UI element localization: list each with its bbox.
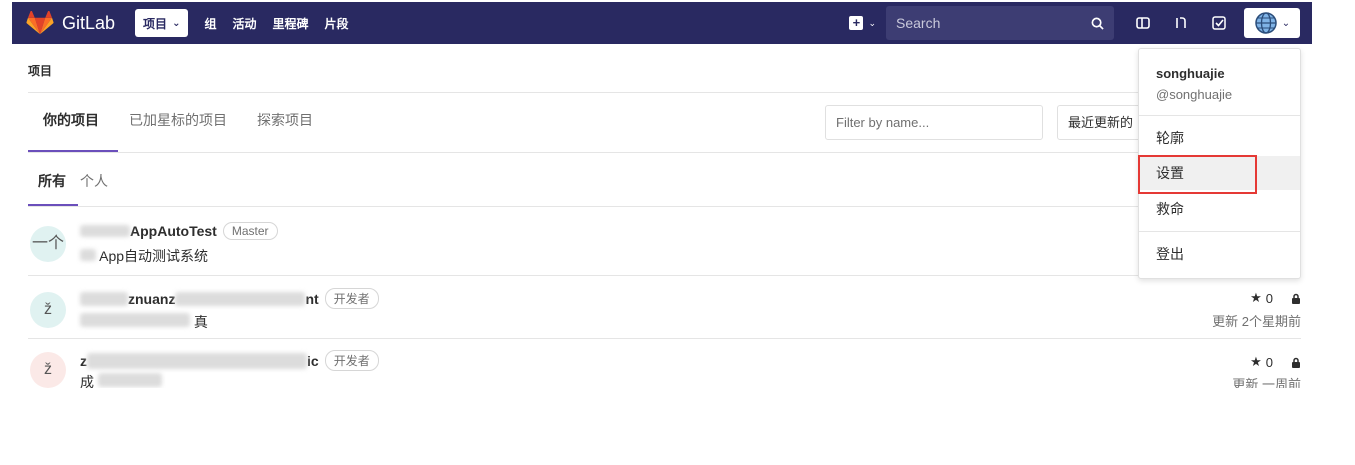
subtab-personal[interactable]: 个人 xyxy=(80,171,108,191)
star-count[interactable]: 0 xyxy=(1266,355,1273,370)
divider xyxy=(28,275,1301,276)
role-badge: 开发者 xyxy=(324,350,379,371)
project-name-prefix: z xyxy=(80,352,87,369)
brand[interactable]: GitLab xyxy=(26,11,115,35)
updated-time: 更新 一周前 xyxy=(1232,377,1301,388)
nav-link-groups[interactable]: 组 xyxy=(204,15,216,32)
project-name-suffix: ic xyxy=(307,352,319,369)
redacted-text xyxy=(175,291,306,306)
redacted-text xyxy=(80,249,96,261)
redacted-text xyxy=(97,373,162,387)
project-row[interactable]: ž znuanz nt 开发者 真 ★ 0 更新 2个星期前 xyxy=(28,280,1301,342)
project-name-suffix: nt xyxy=(305,290,319,307)
user-handle[interactable]: @songhuajie xyxy=(1156,87,1232,102)
tab-starred-projects[interactable]: 已加星标的项目 xyxy=(129,110,241,130)
menu-item-sign-out[interactable]: 登出 xyxy=(1139,237,1300,271)
redacted-text xyxy=(80,291,128,306)
menu-item-help[interactable]: 救命 xyxy=(1139,192,1300,226)
chevron-down-icon: ⌄ xyxy=(868,17,876,28)
search-icon xyxy=(1091,17,1104,30)
top-navbar: GitLab 项目 ⌄ 组 活动 里程碑 片段 + ⌄ ⌄ xyxy=(12,2,1312,44)
project-description: 成 xyxy=(80,372,162,388)
filter-by-name-input[interactable] xyxy=(825,105,1043,140)
project-description-text: App自动测试系统 xyxy=(99,248,209,264)
redacted-text xyxy=(80,225,130,237)
project-stats: ★ 0 xyxy=(1250,290,1301,306)
project-stats: ★ 0 xyxy=(1250,354,1301,370)
redacted-text xyxy=(87,352,307,369)
project-title[interactable]: z ic 开发者 xyxy=(80,350,379,371)
divider xyxy=(1139,231,1300,232)
sidebar-icon[interactable] xyxy=(1134,14,1152,32)
project-avatar: ž xyxy=(30,352,66,388)
todo-check-icon[interactable] xyxy=(1210,14,1228,32)
project-description-text: 真 xyxy=(193,314,208,330)
project-title[interactable]: znuanz nt 开发者 xyxy=(80,288,379,309)
chevron-down-icon: ⌄ xyxy=(172,17,181,29)
nav-link-snippets[interactable]: 片段 xyxy=(325,15,349,32)
star-icon: ★ xyxy=(1250,354,1262,369)
star-count[interactable]: 0 xyxy=(1266,291,1273,306)
menu-item-profile[interactable]: 轮廓 xyxy=(1139,121,1300,155)
project-description: 真 xyxy=(80,312,208,332)
star-icon: ★ xyxy=(1250,290,1262,305)
project-row[interactable]: 一个 AppAutoTest Master App自动测试系统 xyxy=(28,214,1301,276)
user-name[interactable]: songhuajie xyxy=(1156,66,1225,81)
divider xyxy=(28,206,1301,207)
projects-dropdown-button[interactable]: 项目 ⌄ xyxy=(135,9,189,37)
role-badge: 开发者 xyxy=(324,288,379,309)
new-dropdown-button[interactable]: + ⌄ xyxy=(849,16,876,30)
nav-link-activity[interactable]: 活动 xyxy=(232,15,256,32)
project-avatar: 一个 xyxy=(30,226,66,262)
project-name-prefix: znuanz xyxy=(128,290,176,307)
divider xyxy=(1139,115,1300,116)
filter-subtabs: 所有 个人 xyxy=(38,171,122,191)
chevron-down-icon: ⌄ xyxy=(1281,17,1291,29)
divider xyxy=(28,338,1301,339)
lock-icon xyxy=(1292,357,1300,368)
project-description-text: 成 xyxy=(80,374,94,388)
project-description: App自动测试系统 xyxy=(80,246,208,266)
project-row[interactable]: ž z ic 开发者 成 ★ 0 更新 一周前 xyxy=(28,344,1301,388)
role-badge: Master xyxy=(222,222,278,240)
divider xyxy=(28,92,1138,93)
updated-time: 更新 2个星期前 xyxy=(1212,314,1301,329)
tab-your-projects[interactable]: 你的项目 xyxy=(28,110,113,130)
subtab-all[interactable]: 所有 xyxy=(38,171,66,191)
project-name: AppAutoTest xyxy=(130,223,217,239)
merge-request-icon[interactable] xyxy=(1172,14,1190,32)
brand-name: GitLab xyxy=(62,12,116,33)
breadcrumb[interactable]: 项目 xyxy=(28,62,52,79)
lock-icon xyxy=(1292,293,1300,304)
search-input[interactable] xyxy=(896,15,1091,31)
project-tabs: 你的项目 已加星标的项目 探索项目 xyxy=(28,110,357,130)
projects-label: 项目 xyxy=(143,16,168,31)
gitlab-logo-icon xyxy=(26,11,54,35)
search-box xyxy=(886,6,1114,40)
plus-square-icon: + xyxy=(849,16,864,30)
redacted-text xyxy=(80,313,190,327)
divider xyxy=(28,152,1138,153)
tab-explore-projects[interactable]: 探索项目 xyxy=(257,110,327,130)
globe-avatar-icon xyxy=(1255,12,1277,34)
user-menu-button[interactable]: ⌄ xyxy=(1244,8,1300,38)
project-title[interactable]: AppAutoTest Master xyxy=(80,222,278,240)
nav-link-milestones[interactable]: 里程碑 xyxy=(272,15,308,32)
project-avatar: ž xyxy=(30,292,66,328)
highlight-box xyxy=(1138,155,1257,194)
